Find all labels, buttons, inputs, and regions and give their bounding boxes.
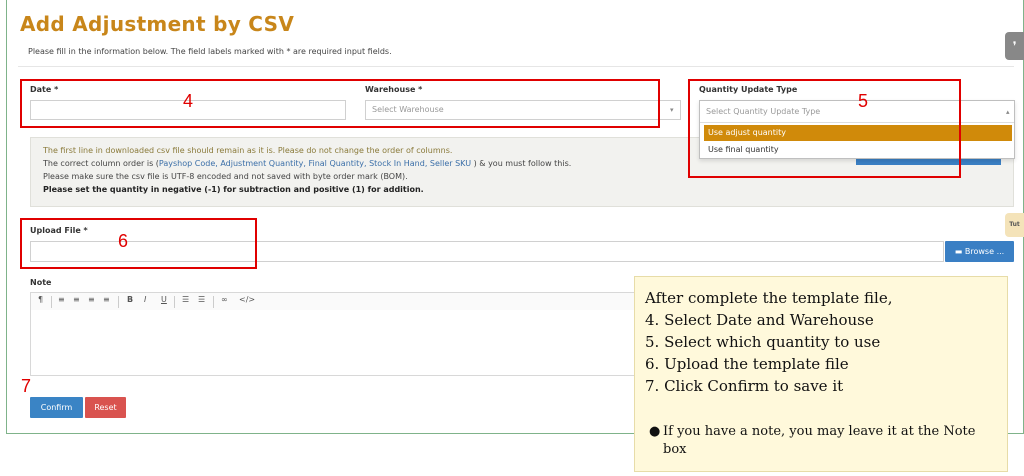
instruction-step: 4. Select Date and Warehouse (645, 311, 874, 329)
divider (18, 66, 1014, 67)
toolbar-divider (118, 296, 119, 308)
info-line-3: Please make sure the csv file is UTF-8 e… (43, 172, 408, 181)
bullet-list-icon[interactable]: ☰ (182, 295, 189, 304)
annotation-number-5: 5 (858, 91, 869, 111)
page-title: Add Adjustment by CSV (20, 12, 295, 36)
align-left-icon[interactable]: ≡ (58, 295, 65, 304)
column-order: Payshop Code, Adjustment Quantity, Final… (158, 159, 472, 168)
browse-button[interactable]: ▬ Browse ... (945, 241, 1014, 262)
annotation-box-5 (688, 79, 961, 178)
info-line-2: The correct column order is (Payshop Cod… (43, 159, 571, 168)
annotation-number-4: 4 (183, 91, 194, 111)
align-right-icon[interactable]: ≡ (88, 295, 95, 304)
underline-icon[interactable]: U (161, 295, 167, 304)
annotation-number-6: 6 (118, 231, 129, 251)
instruction-step: 6. Upload the template file (645, 355, 849, 373)
chat-icon: ❜ (1012, 39, 1017, 53)
code-icon[interactable]: </> (239, 295, 255, 304)
folder-icon: ▬ (954, 247, 963, 256)
paragraph-icon[interactable]: ¶ (38, 295, 43, 304)
toolbar-divider (213, 296, 214, 308)
toolbar-divider (174, 296, 175, 308)
note-editor[interactable] (30, 310, 655, 376)
reset-button[interactable]: Reset (85, 397, 126, 418)
instruction-bullet-text: If you have a note, you may leave it at … (663, 424, 976, 457)
annotation-number-7: 7 (21, 376, 32, 396)
settings-tab[interactable]: ❜ (1005, 32, 1024, 60)
info-line-4: Please set the quantity in negative (-1)… (43, 185, 424, 194)
chevron-down-icon: ▾ (670, 106, 674, 114)
link-icon[interactable]: ∞ (221, 295, 228, 304)
align-justify-icon[interactable]: ≡ (103, 295, 110, 304)
info-line-1: The first line in downloaded csv file sh… (43, 146, 453, 155)
info-line-4-bold: Please set the quantity in negative (-1)… (43, 185, 424, 194)
editor-toolbar: ¶ ≡ ≡ ≡ ≡ B I U ☰ ☰ ∞ </> (30, 292, 655, 311)
bullet-icon: ● (649, 424, 661, 439)
tutorial-tab[interactable]: Tut (1005, 213, 1024, 237)
bold-icon[interactable]: B (127, 295, 133, 304)
instruction-step: 7. Click Confirm to save it (645, 377, 844, 395)
intro-text: Please fill in the information below. Th… (28, 47, 392, 56)
instruction-bullet: ● If you have a note, you may leave it a… (649, 423, 999, 459)
browse-label: Browse ... (964, 247, 1005, 256)
toolbar-divider (51, 296, 52, 308)
instruction-heading: After complete the template file, (645, 289, 893, 307)
info-line-2-post: ) & you must follow this. (471, 159, 572, 168)
instruction-step: 5. Select which quantity to use (645, 333, 881, 351)
confirm-button[interactable]: Confirm (30, 397, 83, 418)
align-center-icon[interactable]: ≡ (73, 295, 80, 304)
info-line-2-pre: The correct column order is ( (43, 159, 159, 168)
italic-icon[interactable]: I (144, 295, 146, 304)
annotation-box-4 (20, 79, 660, 128)
instruction-card: After complete the template file, 4. Sel… (634, 276, 1008, 472)
numbered-list-icon[interactable]: ☰ (198, 295, 205, 304)
chevron-up-icon: ▴ (1006, 108, 1010, 116)
annotation-box-6 (20, 218, 257, 269)
note-label: Note (30, 278, 52, 287)
